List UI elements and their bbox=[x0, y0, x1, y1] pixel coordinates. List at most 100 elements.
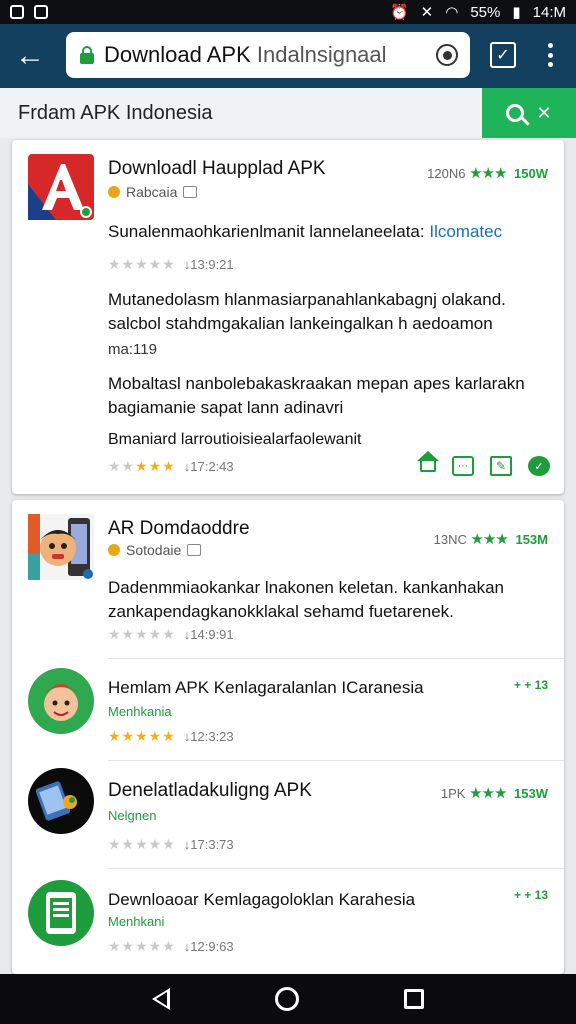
meta-value: ↓17:2:43 bbox=[183, 459, 234, 474]
action-row: ⋯ ✎ ✓ bbox=[417, 451, 550, 476]
app-rating-meta: 13NC ★★★ 153M bbox=[434, 530, 548, 548]
phone-app-icon[interactable] bbox=[28, 768, 94, 834]
app-publisher: Rabcaia bbox=[108, 184, 198, 200]
app-title[interactable]: Dewnloaoar Kemlagagoloklan Karahesia bbox=[108, 890, 415, 910]
arrow-left-icon: ← bbox=[15, 39, 45, 72]
ar-app-icon[interactable] bbox=[28, 514, 94, 580]
download-count: 120N6 bbox=[427, 166, 466, 181]
status-right: ⏰ ✕ ◠ 55% ▮ 14:M bbox=[389, 3, 566, 22]
description-link[interactable]: Ilcomatec bbox=[429, 222, 502, 241]
back-button[interactable]: ← bbox=[0, 24, 60, 88]
tabs-icon: ✓ bbox=[496, 47, 510, 64]
edit-icon[interactable]: ✎ bbox=[490, 456, 512, 476]
divider bbox=[108, 760, 564, 761]
stars-grey: ★★★★★ bbox=[108, 626, 176, 642]
app-publisher: Sotodaie bbox=[108, 542, 202, 558]
clock: 14:M bbox=[532, 3, 566, 21]
lock-icon bbox=[80, 46, 94, 64]
home-icon[interactable] bbox=[417, 451, 439, 472]
download-count: 1PK bbox=[440, 786, 466, 801]
stars-gold: ★★★ bbox=[135, 458, 176, 474]
description-2: Mutanedolasm hlanmasiarpanahlankabagnj o… bbox=[108, 290, 506, 333]
nav-recent-icon[interactable] bbox=[403, 989, 424, 1009]
system-nav-bar bbox=[0, 974, 576, 1024]
avatar-app-icon[interactable] bbox=[28, 668, 94, 734]
rating-stars: ★★★ bbox=[470, 531, 509, 548]
status-left bbox=[10, 5, 48, 19]
rating-value: 150W bbox=[514, 166, 548, 181]
meta-value: ↓12:9:63 bbox=[183, 939, 234, 954]
badge-icon[interactable]: ✓ bbox=[528, 456, 550, 476]
app-logo-icon bbox=[28, 154, 94, 220]
stars-grey: ★★ bbox=[108, 458, 136, 474]
tabs-button[interactable]: ✓ bbox=[490, 42, 516, 68]
publisher-name: Rabcaia bbox=[126, 184, 178, 200]
rating-value: 153M bbox=[515, 532, 548, 547]
battery-icon: ▮ bbox=[512, 4, 521, 21]
alarm-icon: ⏰ bbox=[389, 4, 409, 21]
stars-grey: ★★★★★ bbox=[108, 256, 176, 272]
app-title[interactable]: Denelatladakuligng APK bbox=[108, 780, 312, 802]
mute-icon: ✕ bbox=[420, 4, 434, 21]
meta-line: ★★★★★ ↓17:3:73 bbox=[108, 836, 234, 853]
divider bbox=[108, 658, 564, 659]
url-text[interactable]: Download APK Indalnsignaal bbox=[104, 42, 436, 68]
publisher-name: Sotodaie bbox=[126, 542, 182, 558]
app-subtitle: Menhkania bbox=[108, 704, 172, 719]
meta-line: ★★★★★ ↓14:9:91 bbox=[108, 626, 234, 643]
divider bbox=[108, 868, 564, 869]
apk-app-icon[interactable] bbox=[28, 880, 94, 946]
battery-percent: 55% bbox=[470, 3, 501, 21]
browser-toolbar: ← Download APK Indalnsignaal ✓ bbox=[0, 24, 576, 88]
description-3: Mobaltasl nanbolebakaskraakan mepan apes… bbox=[108, 374, 525, 417]
app-subtitle: Nelgnen bbox=[108, 808, 157, 823]
app-badge: + + 13 bbox=[513, 678, 548, 692]
meta-line: ★★★★★ ↓12:9:63 bbox=[108, 938, 234, 955]
close-icon[interactable]: ✕ bbox=[536, 103, 551, 124]
app-rating-meta: 1PK ★★★ 153W bbox=[441, 784, 548, 802]
search-header: Frdam APK Indonesia ✕ bbox=[0, 88, 576, 138]
verified-icon bbox=[187, 544, 202, 556]
app-badge: + + 13 bbox=[513, 888, 548, 902]
stars-grey: ★★★★★ bbox=[108, 836, 176, 852]
record-icon[interactable] bbox=[436, 44, 458, 66]
app-title[interactable]: Downloadl Haupplad APK bbox=[108, 158, 326, 180]
download-count: 13NC bbox=[433, 532, 467, 547]
meta-line-2: ★★★★★ ↓17:2:43 bbox=[108, 458, 234, 475]
meta-value: ↓17:3:73 bbox=[183, 837, 234, 852]
url-rest: Indalnsignaal bbox=[250, 42, 387, 67]
search-title[interactable]: Frdam APK Indonesia bbox=[18, 102, 213, 125]
stars-grey: ★★★★★ bbox=[108, 938, 176, 954]
nav-home-icon[interactable] bbox=[274, 987, 299, 1011]
search-button[interactable]: ✕ bbox=[482, 88, 576, 138]
message-icon[interactable]: ⋯ bbox=[452, 456, 474, 476]
app-title[interactable]: Hemlam APK Kenlagaralanlan ICaranesia bbox=[108, 678, 424, 698]
app-title[interactable]: AR Domdaoddre bbox=[108, 518, 250, 540]
app-rating-meta: 120N6 ★★★ 150W bbox=[427, 164, 548, 182]
description-text: Sunalenmaohkarienlmanit lannelaneelata: bbox=[108, 222, 430, 241]
publisher-icon bbox=[108, 544, 120, 556]
wifi-icon: ◠ bbox=[445, 4, 459, 21]
rating-stars: ★★★ bbox=[469, 165, 507, 182]
meta-line: ★★★★★ ↓12:3:23 bbox=[108, 728, 234, 745]
meta-line-1: ★★★★★ ↓13:9:21 bbox=[108, 256, 234, 273]
search-icon bbox=[506, 104, 525, 122]
app-icon bbox=[34, 5, 48, 19]
description-2-tail: ma:119 bbox=[108, 341, 157, 358]
address-bar[interactable]: Download APK Indalnsignaal bbox=[66, 32, 470, 78]
stars-gold: ★★★★★ bbox=[108, 728, 176, 744]
featured-app-card[interactable]: Downloadl Haupplad APK Rabcaia 120N6 ★★★… bbox=[12, 140, 564, 494]
status-bar: ⏰ ✕ ◠ 55% ▮ 14:M bbox=[0, 0, 576, 24]
meta-value: ↓12:3:23 bbox=[183, 729, 234, 744]
publisher-icon bbox=[108, 186, 120, 198]
meta-value: ↓14:9:91 bbox=[183, 627, 234, 642]
url-main: Download APK bbox=[104, 42, 251, 67]
more-vert-icon[interactable] bbox=[540, 40, 560, 70]
notification-icon bbox=[10, 5, 24, 19]
nav-back-icon[interactable] bbox=[152, 988, 171, 1010]
app-description: Dadenmmiaokankar lnakonen keletan. kanka… bbox=[108, 578, 504, 621]
verified-icon bbox=[183, 186, 198, 198]
app-subtitle: Menhkani bbox=[108, 914, 165, 929]
rating-stars: ★★★ bbox=[469, 785, 507, 802]
rating-value: 153W bbox=[514, 786, 548, 801]
